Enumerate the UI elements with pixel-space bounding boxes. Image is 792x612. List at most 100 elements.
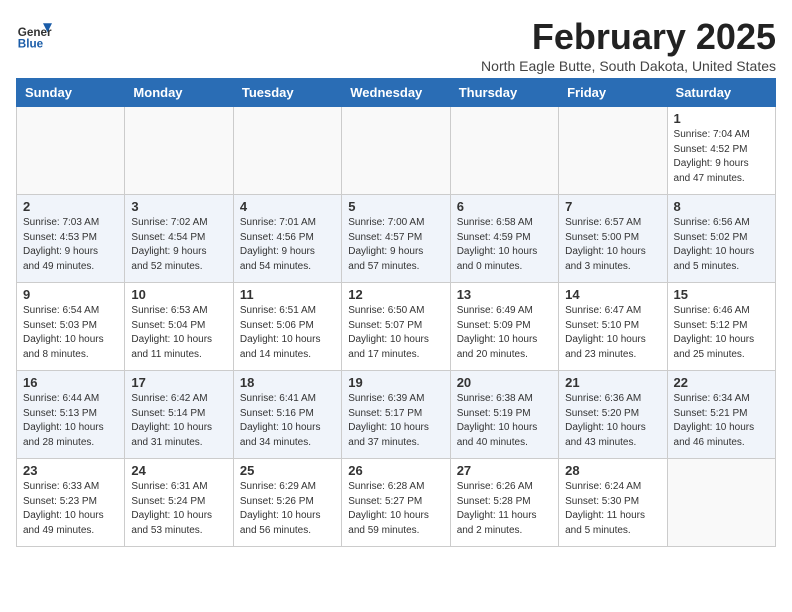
day-info: Sunrise: 6:39 AM Sunset: 5:17 PM Dayligh… xyxy=(348,392,443,450)
table-row: 23Sunrise: 6:33 AM Sunset: 5:23 PM Dayli… xyxy=(17,459,125,547)
day-info: Sunrise: 6:31 AM Sunset: 5:24 PM Dayligh… xyxy=(131,480,226,538)
calendar-week-row: 16 Sunrise: 6:44 AM Sunset: 5:13 PM Dayli… xyxy=(17,371,776,459)
day-number: 8 xyxy=(674,199,769,214)
logo: General Blue xyxy=(16,16,56,52)
day-number: 23 xyxy=(23,463,118,478)
day-number: 26 xyxy=(348,463,443,478)
day-info: Sunrise: 7:00 AM Sunset: 4:57 PM Dayligh… xyxy=(348,216,443,274)
table-row xyxy=(342,107,450,195)
calendar-table: Sunday Monday Tuesday Wednesday Thursday… xyxy=(16,78,776,547)
day-number: 12 xyxy=(348,287,443,302)
day-number: 15 xyxy=(674,287,769,302)
table-row xyxy=(667,459,775,547)
day-info: Sunrise: 6:26 AM Sunset: 5:28 PM Dayligh… xyxy=(457,480,552,538)
day-number: 18 xyxy=(240,375,335,390)
day-info: Sunrise: 7:01 AM Sunset: 4:56 PM Dayligh… xyxy=(240,216,335,274)
calendar-week-row: 9 Sunrise: 6:54 AM Sunset: 5:03 PM Daylig… xyxy=(17,283,776,371)
table-row: 5 Sunrise: 7:00 AM Sunset: 4:57 PM Daylig… xyxy=(342,195,450,283)
table-row: 10 Sunrise: 6:53 AM Sunset: 5:04 PM Dayli… xyxy=(125,283,233,371)
header-tuesday: Tuesday xyxy=(233,79,341,107)
table-row xyxy=(17,107,125,195)
table-row: 16 Sunrise: 6:44 AM Sunset: 5:13 PM Dayli… xyxy=(17,371,125,459)
day-number: 2 xyxy=(23,199,118,214)
day-number: 24 xyxy=(131,463,226,478)
day-number: 7 xyxy=(565,199,660,214)
day-info: Sunrise: 6:42 AM Sunset: 5:14 PM Dayligh… xyxy=(131,392,226,450)
day-number: 4 xyxy=(240,199,335,214)
day-number: 20 xyxy=(457,375,552,390)
header-monday: Monday xyxy=(125,79,233,107)
table-row: 12 Sunrise: 6:50 AM Sunset: 5:07 PM Dayli… xyxy=(342,283,450,371)
location-title: North Eagle Butte, South Dakota, United … xyxy=(481,58,776,74)
table-row: 17 Sunrise: 6:42 AM Sunset: 5:14 PM Dayli… xyxy=(125,371,233,459)
table-row: 22 Sunrise: 6:34 AM Sunset: 5:21 PM Dayli… xyxy=(667,371,775,459)
table-row xyxy=(233,107,341,195)
day-number: 9 xyxy=(23,287,118,302)
table-row: 13 Sunrise: 6:49 AM Sunset: 5:09 PM Dayli… xyxy=(450,283,558,371)
day-info: Sunrise: 6:53 AM Sunset: 5:04 PM Dayligh… xyxy=(131,304,226,362)
logo-icon: General Blue xyxy=(16,16,52,52)
table-row: 6 Sunrise: 6:58 AM Sunset: 4:59 PM Daylig… xyxy=(450,195,558,283)
header-thursday: Thursday xyxy=(450,79,558,107)
table-row: 1 Sunrise: 7:04 AM Sunset: 4:52 PM Daylig… xyxy=(667,107,775,195)
table-row: 7Sunrise: 6:57 AM Sunset: 5:00 PM Daylig… xyxy=(559,195,667,283)
day-number: 16 xyxy=(23,375,118,390)
day-info: Sunrise: 6:46 AM Sunset: 5:12 PM Dayligh… xyxy=(674,304,769,362)
table-row: 9 Sunrise: 6:54 AM Sunset: 5:03 PM Daylig… xyxy=(17,283,125,371)
day-number: 13 xyxy=(457,287,552,302)
day-number: 28 xyxy=(565,463,660,478)
day-info: Sunrise: 6:28 AM Sunset: 5:27 PM Dayligh… xyxy=(348,480,443,538)
table-row: 11 Sunrise: 6:51 AM Sunset: 5:06 PM Dayli… xyxy=(233,283,341,371)
table-row xyxy=(559,107,667,195)
day-info: Sunrise: 6:50 AM Sunset: 5:07 PM Dayligh… xyxy=(348,304,443,362)
header-friday: Friday xyxy=(559,79,667,107)
table-row xyxy=(125,107,233,195)
calendar-header-row: Sunday Monday Tuesday Wednesday Thursday… xyxy=(17,79,776,107)
day-info: Sunrise: 6:58 AM Sunset: 4:59 PM Dayligh… xyxy=(457,216,552,274)
table-row: 27Sunrise: 6:26 AM Sunset: 5:28 PM Dayli… xyxy=(450,459,558,547)
table-row: 26 Sunrise: 6:28 AM Sunset: 5:27 PM Dayli… xyxy=(342,459,450,547)
table-row: 2 Sunrise: 7:03 AM Sunset: 4:53 PM Daylig… xyxy=(17,195,125,283)
table-row xyxy=(450,107,558,195)
day-info: Sunrise: 6:34 AM Sunset: 5:21 PM Dayligh… xyxy=(674,392,769,450)
day-number: 5 xyxy=(348,199,443,214)
day-info: Sunrise: 6:54 AM Sunset: 5:03 PM Dayligh… xyxy=(23,304,118,362)
day-info: Sunrise: 6:47 AM Sunset: 5:10 PM Dayligh… xyxy=(565,304,660,362)
day-number: 21 xyxy=(565,375,660,390)
table-row: 3 Sunrise: 7:02 AM Sunset: 4:54 PM Daylig… xyxy=(125,195,233,283)
day-info: Sunrise: 6:51 AM Sunset: 5:06 PM Dayligh… xyxy=(240,304,335,362)
calendar-week-row: 2 Sunrise: 7:03 AM Sunset: 4:53 PM Daylig… xyxy=(17,195,776,283)
day-number: 10 xyxy=(131,287,226,302)
day-number: 25 xyxy=(240,463,335,478)
day-number: 1 xyxy=(674,111,769,126)
table-row: 19 Sunrise: 6:39 AM Sunset: 5:17 PM Dayli… xyxy=(342,371,450,459)
table-row: 24 Sunrise: 6:31 AM Sunset: 5:24 PM Dayli… xyxy=(125,459,233,547)
svg-text:Blue: Blue xyxy=(18,38,44,51)
day-info: Sunrise: 6:24 AM Sunset: 5:30 PM Dayligh… xyxy=(565,480,660,538)
day-info: Sunrise: 6:44 AM Sunset: 5:13 PM Dayligh… xyxy=(23,392,118,450)
calendar-week-row: 23Sunrise: 6:33 AM Sunset: 5:23 PM Dayli… xyxy=(17,459,776,547)
day-number: 6 xyxy=(457,199,552,214)
day-info: Sunrise: 6:29 AM Sunset: 5:26 PM Dayligh… xyxy=(240,480,335,538)
day-info: Sunrise: 6:56 AM Sunset: 5:02 PM Dayligh… xyxy=(674,216,769,274)
header-sunday: Sunday xyxy=(17,79,125,107)
day-info: Sunrise: 7:02 AM Sunset: 4:54 PM Dayligh… xyxy=(131,216,226,274)
header-saturday: Saturday xyxy=(667,79,775,107)
table-row: 25 Sunrise: 6:29 AM Sunset: 5:26 PM Dayli… xyxy=(233,459,341,547)
day-number: 19 xyxy=(348,375,443,390)
day-info: Sunrise: 7:04 AM Sunset: 4:52 PM Dayligh… xyxy=(674,128,769,186)
table-row: 15 Sunrise: 6:46 AM Sunset: 5:12 PM Dayli… xyxy=(667,283,775,371)
day-info: Sunrise: 7:03 AM Sunset: 4:53 PM Dayligh… xyxy=(23,216,118,274)
day-info: Sunrise: 6:41 AM Sunset: 5:16 PM Dayligh… xyxy=(240,392,335,450)
month-title: February 2025 xyxy=(481,16,776,58)
header-wednesday: Wednesday xyxy=(342,79,450,107)
table-row: 20 Sunrise: 6:38 AM Sunset: 5:19 PM Dayli… xyxy=(450,371,558,459)
day-info: Sunrise: 6:38 AM Sunset: 5:19 PM Dayligh… xyxy=(457,392,552,450)
table-row: 14Sunrise: 6:47 AM Sunset: 5:10 PM Dayli… xyxy=(559,283,667,371)
day-number: 17 xyxy=(131,375,226,390)
day-number: 3 xyxy=(131,199,226,214)
day-number: 22 xyxy=(674,375,769,390)
day-number: 11 xyxy=(240,287,335,302)
table-row: 28 Sunrise: 6:24 AM Sunset: 5:30 PM Dayli… xyxy=(559,459,667,547)
day-info: Sunrise: 6:49 AM Sunset: 5:09 PM Dayligh… xyxy=(457,304,552,362)
